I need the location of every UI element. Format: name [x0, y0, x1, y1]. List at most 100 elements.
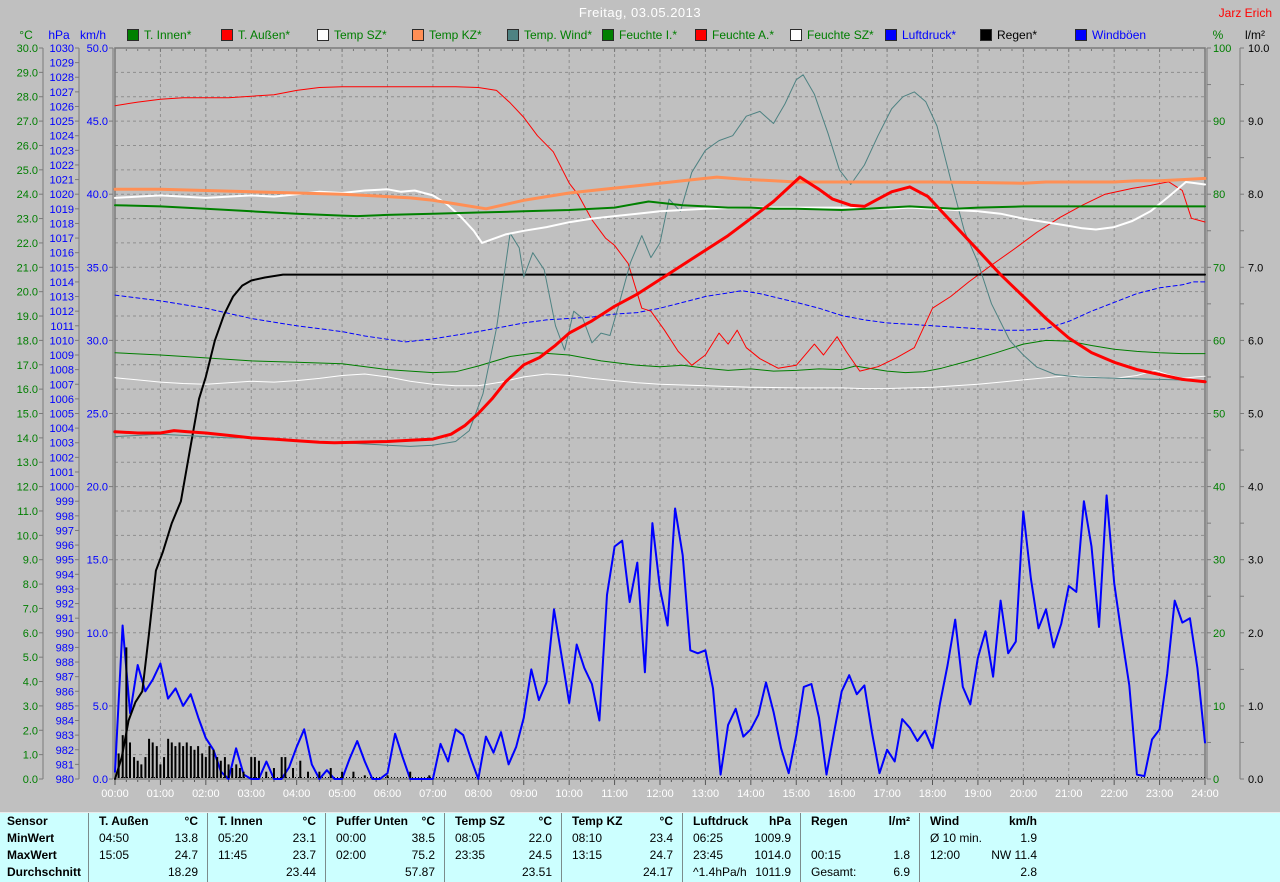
- svg-text:10.0: 10.0: [1248, 43, 1269, 55]
- svg-text:1002: 1002: [50, 452, 74, 464]
- table-cell: 57.87: [405, 864, 435, 881]
- legend-item-temp-wind[interactable]: Temp. Wind*: [507, 28, 592, 42]
- table-cell: °C: [539, 813, 552, 830]
- legend-item-windboeen[interactable]: Windböen: [1075, 28, 1146, 42]
- legend-item-temp-kz[interactable]: Temp KZ*: [412, 28, 482, 42]
- legend-swatch-t-aussen: [221, 29, 233, 41]
- svg-text:00:00: 00:00: [101, 788, 129, 800]
- svg-text:20.0: 20.0: [87, 482, 108, 494]
- table-cell: 00:15: [811, 847, 841, 864]
- table-cell: 1.8: [893, 847, 910, 864]
- svg-text:09:00: 09:00: [510, 788, 538, 800]
- svg-text:7.0: 7.0: [1248, 262, 1263, 274]
- svg-text:16:00: 16:00: [828, 788, 856, 800]
- svg-text:3.0: 3.0: [1248, 555, 1263, 567]
- svg-text:50.0: 50.0: [87, 43, 108, 55]
- legend-label-t-aussen: T. Außen*: [238, 28, 290, 42]
- title-bar: Freitag, 03.05.2013 Jarz Erich: [0, 0, 1280, 26]
- table-row-labels: SensorMinWertMaxWertDurchschnitt: [0, 813, 88, 882]
- svg-text:13.0: 13.0: [17, 457, 38, 469]
- svg-text:1012: 1012: [50, 306, 74, 318]
- table-cell: 18.29: [168, 864, 198, 881]
- svg-text:1015: 1015: [50, 262, 74, 274]
- table-cell: 6.9: [893, 864, 910, 881]
- svg-text:35.0: 35.0: [87, 262, 108, 274]
- weather-app-window: { "header": { "title": "Freitag, 03.05.2…: [0, 0, 1280, 881]
- svg-text:08:00: 08:00: [465, 788, 493, 800]
- svg-text:8.0: 8.0: [1248, 189, 1263, 201]
- svg-text:45.0: 45.0: [87, 116, 108, 128]
- legend-item-feuchte-i[interactable]: Feuchte I.*: [602, 28, 677, 42]
- svg-text:1.0: 1.0: [1248, 701, 1263, 713]
- svg-text:26.0: 26.0: [17, 140, 38, 152]
- svg-text:1019: 1019: [50, 204, 74, 216]
- svg-text:985: 985: [56, 701, 74, 713]
- table-cell: Puffer Unten: [336, 813, 408, 830]
- svg-text:1026: 1026: [50, 101, 74, 113]
- svg-text:982: 982: [56, 745, 74, 757]
- table-cell: T. Außen: [99, 813, 149, 830]
- svg-text:1009: 1009: [50, 350, 74, 362]
- svg-text:40.0: 40.0: [87, 189, 108, 201]
- table-cell: 23.1: [293, 830, 316, 847]
- table-cell: 23.7: [293, 847, 316, 864]
- svg-text:988: 988: [56, 657, 74, 669]
- legend-item-temp-sz[interactable]: Temp SZ*: [317, 28, 387, 42]
- svg-text:22.0: 22.0: [17, 238, 38, 250]
- table-cell: Temp SZ: [455, 813, 505, 830]
- table-cell: 15:05: [99, 847, 129, 864]
- table-cell: km/h: [1009, 813, 1037, 830]
- legend-item-feuchte-a[interactable]: Feuchte A.*: [695, 28, 774, 42]
- legend-item-t-aussen[interactable]: T. Außen*: [221, 28, 290, 42]
- svg-text:1011: 1011: [50, 321, 74, 333]
- table-col-t-au-en: T. Außen°C04:5013.815:0524.718.29: [88, 813, 207, 882]
- legend-label-temp-sz: Temp SZ*: [334, 28, 387, 42]
- svg-text:987: 987: [56, 672, 74, 684]
- svg-text:1001: 1001: [50, 467, 74, 479]
- svg-text:07:00: 07:00: [419, 788, 447, 800]
- weather-chart: 0.01.02.03.04.05.06.07.08.09.010.011.012…: [0, 0, 1280, 812]
- svg-text:1020: 1020: [50, 189, 74, 201]
- legend-swatch-t-innen: [127, 29, 139, 41]
- svg-text:1.0: 1.0: [23, 750, 38, 762]
- table-cell: Gesamt:: [811, 864, 856, 881]
- legend-label-temp-kz: Temp KZ*: [429, 28, 482, 42]
- table-cell: 06:25: [693, 830, 723, 847]
- table-row-label: MinWert: [0, 830, 88, 847]
- svg-text:4.0: 4.0: [23, 677, 38, 689]
- svg-text:27.0: 27.0: [17, 116, 38, 128]
- svg-text:4.0: 4.0: [1248, 482, 1263, 494]
- axis-unit-kmh: km/h: [72, 28, 114, 42]
- svg-text:996: 996: [56, 540, 74, 552]
- svg-text:1007: 1007: [50, 379, 74, 391]
- legend-label-feuchte-i: Feuchte I.*: [619, 28, 677, 42]
- table-cell: Ø 10 min.: [930, 830, 982, 847]
- svg-text:1029: 1029: [50, 58, 74, 70]
- legend-item-feuchte-sz[interactable]: Feuchte SZ*: [790, 28, 874, 42]
- table-col-t-innen: T. Innen°C05:2023.111:4523.723.44: [207, 813, 325, 882]
- svg-text:14.0: 14.0: [17, 433, 38, 445]
- svg-text:5.0: 5.0: [93, 701, 108, 713]
- table-cell: 23:35: [455, 847, 485, 864]
- table-row-label: Sensor: [0, 813, 88, 830]
- stats-table: SensorMinWertMaxWertDurchschnittT. Außen…: [0, 812, 1280, 882]
- legend-label-t-innen: T. Innen*: [144, 28, 191, 42]
- table-cell: T. Innen: [218, 813, 263, 830]
- page-title: Freitag, 03.05.2013: [0, 5, 1280, 20]
- table-cell: °C: [660, 813, 673, 830]
- svg-text:25.0: 25.0: [87, 409, 108, 421]
- svg-text:999: 999: [56, 496, 74, 508]
- table-cell: 1009.9: [754, 830, 791, 847]
- svg-text:22:00: 22:00: [1100, 788, 1128, 800]
- table-row-label: Durchschnitt: [0, 864, 88, 881]
- svg-text:90: 90: [1213, 116, 1225, 128]
- svg-text:1030: 1030: [50, 43, 74, 55]
- table-cell: 13:15: [572, 847, 602, 864]
- svg-text:1017: 1017: [50, 233, 74, 245]
- svg-text:981: 981: [56, 759, 74, 771]
- svg-text:10.0: 10.0: [17, 530, 38, 542]
- legend-item-luftdruck[interactable]: Luftdruck*: [885, 28, 956, 42]
- legend-item-t-innen[interactable]: T. Innen*: [127, 28, 191, 42]
- table-cell: 12:00: [930, 847, 960, 864]
- legend-item-regen[interactable]: Regen*: [980, 28, 1037, 42]
